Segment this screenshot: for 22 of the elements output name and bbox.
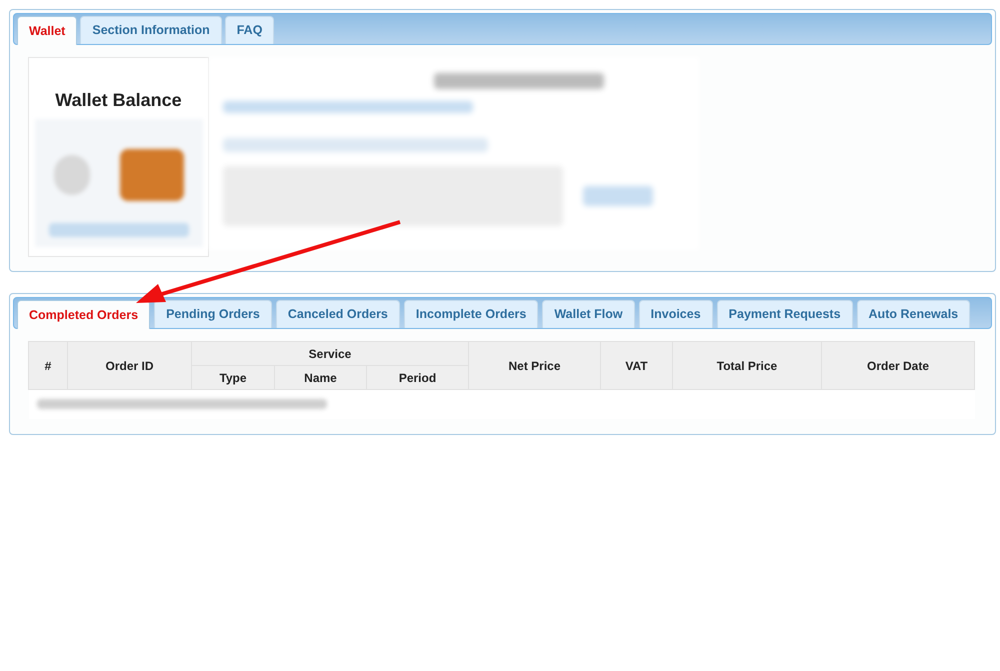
tab[interactable]: Invoices — [638, 300, 713, 328]
tab[interactable]: Auto Renewals — [856, 300, 970, 328]
tab[interactable]: Payment Requests — [716, 300, 853, 328]
column-header: Order ID — [68, 342, 192, 390]
tab[interactable]: Incomplete Orders — [404, 300, 538, 328]
tab[interactable]: Wallet — [17, 16, 78, 45]
column-header: Service — [192, 342, 468, 366]
column-header: Order Date — [822, 342, 974, 390]
tab[interactable]: Wallet Flow — [542, 300, 635, 328]
column-header: Total Price — [672, 342, 822, 390]
tab[interactable]: Pending Orders — [154, 300, 272, 328]
column-header: Period — [366, 366, 468, 390]
card-title: Wallet Balance — [55, 89, 182, 112]
tab[interactable]: Completed Orders — [17, 300, 150, 329]
tab[interactable]: Canceled Orders — [276, 300, 400, 328]
column-header: # — [28, 342, 68, 390]
column-header: Net Price — [468, 342, 600, 390]
column-header: Name — [274, 366, 366, 390]
tab[interactable]: FAQ — [224, 16, 274, 44]
column-header: Type — [192, 366, 274, 390]
tab[interactable]: Section Information — [80, 16, 222, 44]
column-header: VAT — [600, 342, 672, 390]
